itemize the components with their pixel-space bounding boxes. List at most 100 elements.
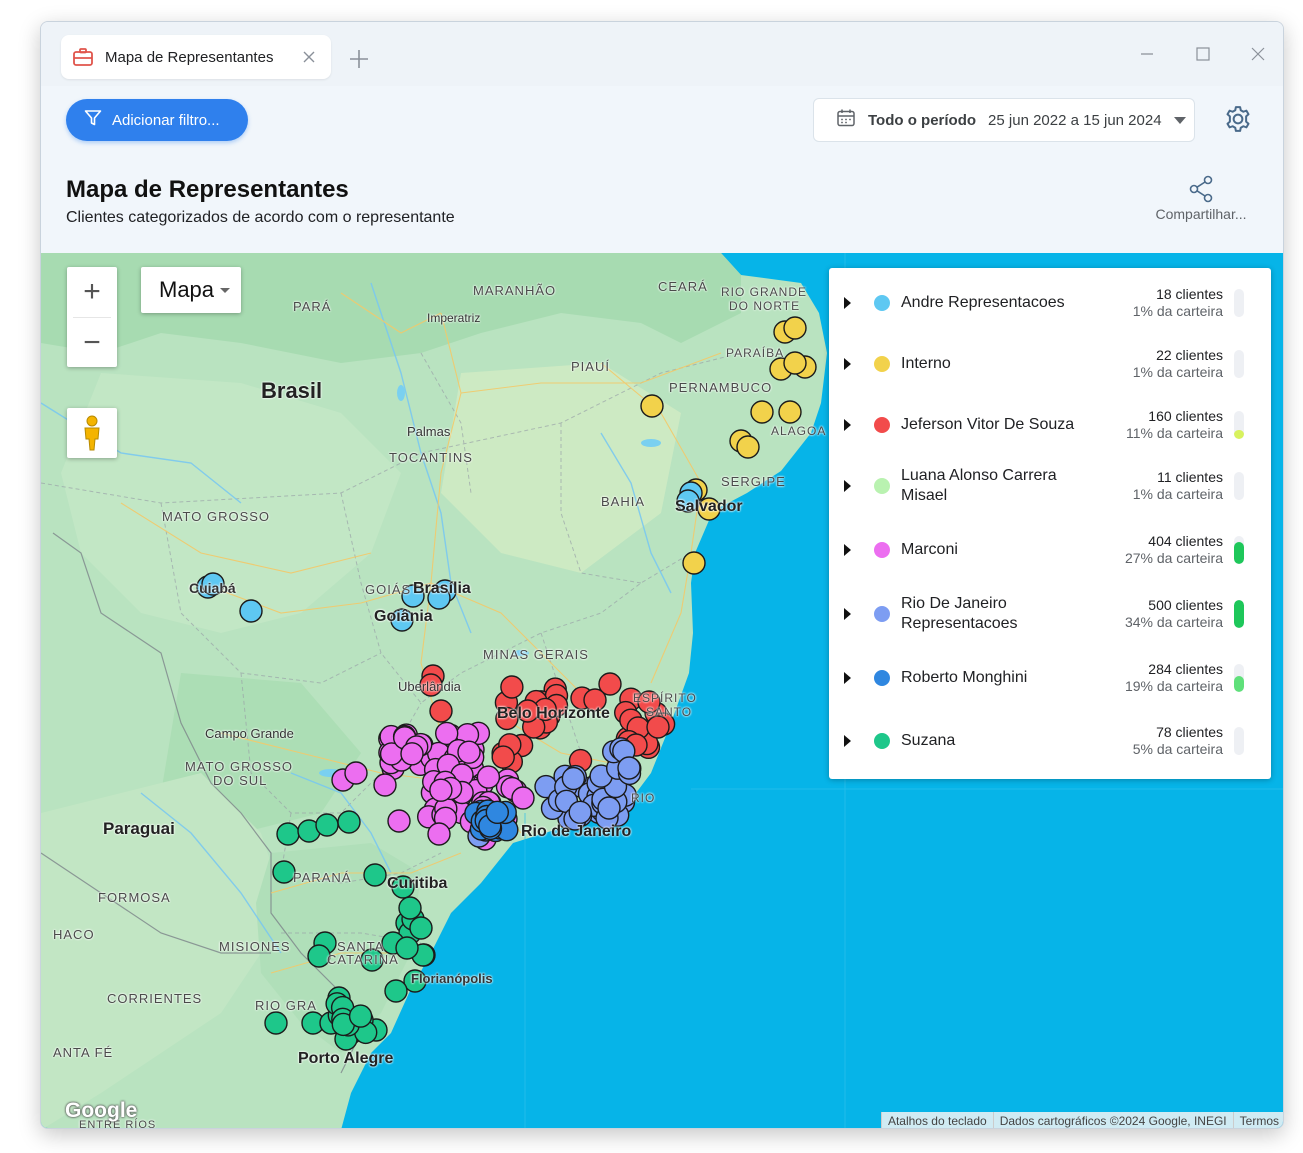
legend-share-bar-fill [1234,676,1244,692]
map-label-espirito-santo-2: SANTO [646,705,693,719]
legend-row[interactable]: Roberto Monghini 284 clientes 19% da carte… [829,655,1271,715]
client-marker[interactable] [272,860,296,884]
legend-color-dot [874,733,890,749]
client-marker[interactable] [646,715,670,739]
zoom-in-button[interactable]: + [67,267,117,317]
page-header: Mapa de Representantes Clientes categori… [41,158,1283,253]
map-data-attribution: Dados cartográficos ©2024 Google, INEGI [992,1112,1233,1128]
period-label: Todo o período [868,111,977,129]
legend-percentage: 34% da carteira [1124,614,1223,630]
toolbar: Adicionar filtro... Todo o período 25 ju… [41,86,1283,158]
map-label-rio-de-janeiro: Rio de Janeiro [521,823,632,840]
legend-share-bar-fill [1234,542,1244,564]
legend-row[interactable]: Jeferson Vitor De Souza 160 clientes 11% d… [829,402,1271,462]
expand-arrow-icon[interactable] [844,672,851,684]
client-marker[interactable] [485,800,509,824]
add-filter-button[interactable]: Adicionar filtro... [66,99,248,141]
client-marker[interactable] [640,394,664,418]
keyboard-shortcuts-link[interactable]: Atalhos do teclado [880,1112,993,1128]
minimize-icon[interactable] [1135,42,1159,66]
client-marker[interactable] [400,742,424,766]
expand-arrow-icon[interactable] [844,419,851,431]
client-marker[interactable] [398,896,422,920]
client-marker[interactable] [373,773,397,797]
legend-percentage: 11% da carteira [1125,425,1223,441]
street-view-pegman-icon[interactable] [67,408,117,458]
map-label-salvador: Salvador [675,498,743,515]
client-marker[interactable] [276,822,300,846]
client-marker[interactable] [344,761,368,785]
page-subtitle: Clientes categorizados de acordo com o r… [66,209,455,226]
client-marker[interactable] [568,800,592,824]
client-marker[interactable] [429,699,453,723]
legend-share-bar-fill [1234,498,1244,500]
legend-row[interactable]: Marconi 404 clientes 27% da carteira [829,527,1271,587]
client-marker[interactable] [348,1004,373,1028]
close-tab-icon[interactable] [299,47,319,67]
client-marker[interactable] [337,810,361,834]
expand-arrow-icon[interactable] [844,544,851,556]
zoom-out-button[interactable]: − [67,318,117,368]
legend-percentage: 1% da carteira [1132,303,1223,319]
legend-row[interactable]: Andre Representacoes 18 clientes 1% da car… [829,280,1271,340]
expand-arrow-icon[interactable] [844,480,851,492]
client-marker[interactable] [500,675,524,699]
app-window: Mapa de Representantes Adicionar filtro.… [40,21,1284,1129]
map-canvas[interactable]: PARÁ MARANHÃO Imperatriz CEARÁ RIO GRAND… [41,253,1283,1128]
legend-row[interactable]: Interno 22 clientes 1% da carteira [829,341,1271,401]
map-type-button[interactable]: Mapa [141,267,241,313]
expand-arrow-icon[interactable] [844,608,851,620]
close-window-icon[interactable] [1246,42,1270,66]
terms-link[interactable]: Termos [1232,1112,1283,1128]
map-label-uberlandia: Uberlândia [398,679,461,694]
map-label-piaui: PIAUÍ [571,359,610,374]
tab-mapa-de-representantes[interactable]: Mapa de Representantes [61,35,331,79]
expand-arrow-icon[interactable] [844,735,851,747]
map-label-santa-fe: ANTA FÉ [53,1045,114,1060]
client-marker[interactable] [511,786,535,810]
client-marker[interactable] [429,778,453,802]
client-marker[interactable] [315,813,339,837]
legend-color-dot [874,356,890,372]
client-marker[interactable] [457,740,481,764]
client-marker[interactable] [239,599,263,623]
client-marker[interactable] [395,936,419,960]
expand-arrow-icon[interactable] [844,358,851,370]
legend-name: Marconi [901,541,958,558]
client-marker[interactable] [778,400,802,424]
client-marker[interactable] [491,745,515,769]
legend-row[interactable]: Luana Alonso Carrera Misael 11 clientes 1%… [829,463,1271,523]
client-marker[interactable] [617,756,641,780]
gear-icon[interactable] [1221,102,1255,136]
legend-name: Andre Representacoes [901,294,1065,311]
client-marker[interactable] [750,400,774,424]
new-tab-icon[interactable] [346,46,372,72]
legend-row[interactable]: Rio De Janeiro Representacoes 500 cliente… [829,591,1271,651]
expand-arrow-icon[interactable] [844,297,851,309]
client-marker[interactable] [384,979,408,1003]
client-marker[interactable] [736,435,760,459]
legend-row[interactable]: Suzana 78 clientes 5% da carteira [829,718,1271,778]
date-range-picker[interactable]: Todo o período 25 jun 2022 a 15 jun 2024 [813,98,1195,142]
map-label-brasil: Brasil [261,378,323,403]
client-marker[interactable] [387,809,411,833]
client-marker[interactable] [783,316,807,340]
client-marker[interactable] [561,766,586,791]
legend-percentage: 1% da carteira [1132,364,1223,380]
client-marker[interactable] [409,916,433,940]
legend-share-bar [1234,289,1244,317]
client-marker[interactable] [597,796,621,820]
client-marker[interactable] [264,1011,288,1035]
map-label-rio-grande-do-norte-1: RIO GRANDE [721,285,808,299]
client-marker[interactable] [682,551,706,575]
client-marker[interactable] [363,863,387,887]
legend-share-bar [1234,727,1244,755]
maximize-icon[interactable] [1191,42,1215,66]
client-marker[interactable] [476,765,501,789]
representatives-legend: Andre Representacoes 18 clientes 1% da car… [829,268,1271,779]
map-label-parana: PARANÁ [293,870,352,885]
map-label-ceara: CEARÁ [658,279,708,294]
share-button[interactable]: Compartilhar... [1151,174,1251,222]
client-marker[interactable] [783,351,807,375]
client-marker[interactable] [427,822,451,846]
